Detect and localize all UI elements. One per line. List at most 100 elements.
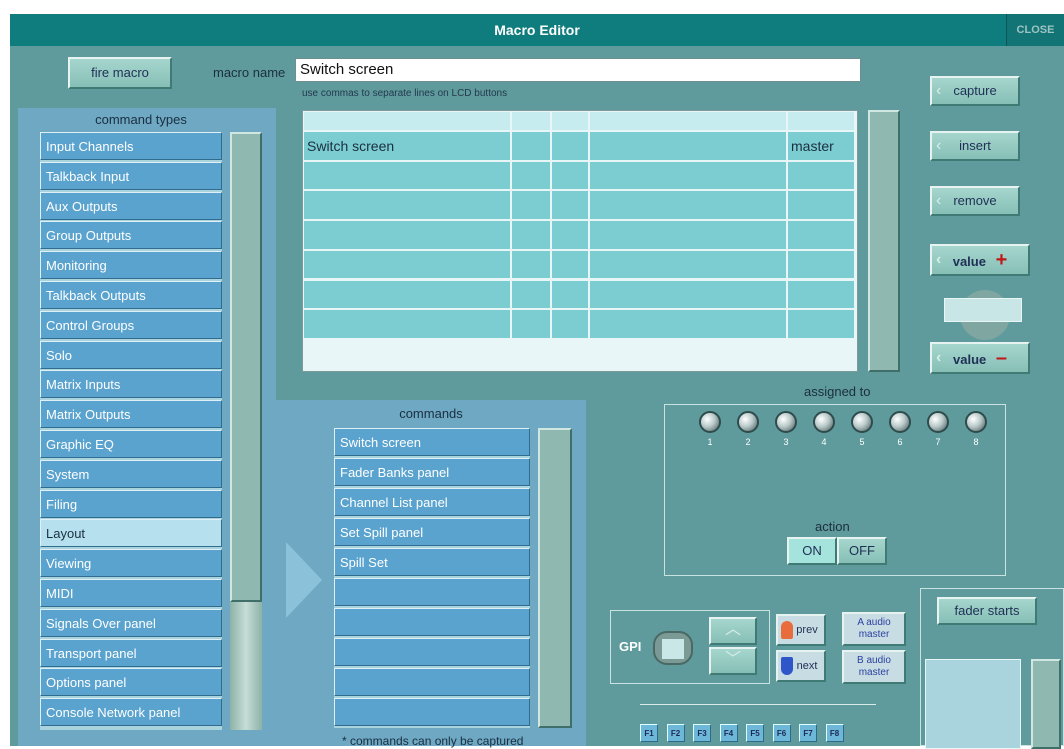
- capture-button[interactable]: ‹ capture: [930, 76, 1020, 106]
- macro-table-cell[interactable]: [511, 249, 551, 280]
- assign-led-button[interactable]: [737, 411, 759, 433]
- macro-table-cell[interactable]: [303, 111, 511, 131]
- macro-table-cell[interactable]: [589, 279, 787, 310]
- command-item[interactable]: [334, 608, 530, 636]
- command-type-item[interactable]: Monitoring: [40, 251, 222, 280]
- assign-led-button[interactable]: [775, 411, 797, 433]
- command-type-item[interactable]: Control Groups: [40, 310, 222, 339]
- assign-led-button[interactable]: [851, 411, 873, 433]
- command-item[interactable]: [334, 668, 530, 696]
- command-type-item[interactable]: Layout: [40, 519, 222, 548]
- value-plus-button[interactable]: ‹ value +: [930, 244, 1030, 276]
- action-on-button[interactable]: ON: [787, 537, 837, 565]
- macro-name-input[interactable]: Switch screen: [295, 58, 861, 82]
- macro-table-cell[interactable]: [551, 249, 589, 280]
- command-type-item[interactable]: Talkback Outputs: [40, 281, 222, 309]
- command-item[interactable]: [334, 698, 530, 726]
- assign-led-button[interactable]: [927, 411, 949, 433]
- command-item[interactable]: [334, 578, 530, 606]
- macro-table-cell[interactable]: [787, 111, 855, 131]
- macro-table-cell[interactable]: [303, 279, 511, 310]
- command-item[interactable]: [334, 638, 530, 666]
- macro-table-cell[interactable]: [787, 160, 855, 191]
- gpi-down-button[interactable]: ﹀: [709, 647, 757, 675]
- macro-table-cell[interactable]: [511, 279, 551, 310]
- macro-table-cell[interactable]: [787, 220, 855, 250]
- macro-table-cell[interactable]: [551, 160, 589, 191]
- fire-macro-button[interactable]: fire macro: [68, 57, 172, 89]
- prev-button[interactable]: prev: [776, 614, 826, 646]
- command-item[interactable]: Spill Set: [334, 548, 530, 576]
- macro-table-cell[interactable]: [589, 190, 787, 221]
- function-key-button[interactable]: F6: [772, 724, 791, 742]
- macro-table-cell[interactable]: [303, 309, 511, 339]
- command-types-scroll-track[interactable]: [230, 602, 262, 730]
- fader-starts-button[interactable]: fader starts: [937, 597, 1037, 625]
- command-item[interactable]: Set Spill panel: [334, 518, 530, 546]
- b-audio-master-button[interactable]: B audio master: [842, 650, 906, 684]
- commands-scrollbar[interactable]: [538, 428, 572, 728]
- a-audio-master-button[interactable]: A audio master: [842, 612, 906, 646]
- macro-table-cell[interactable]: [551, 190, 589, 221]
- command-type-item[interactable]: Graphic EQ: [40, 430, 222, 458]
- macro-table-cell[interactable]: [551, 131, 589, 161]
- function-key-button[interactable]: F7: [799, 724, 817, 742]
- insert-button[interactable]: ‹ insert: [930, 131, 1020, 161]
- command-type-item[interactable]: Matrix Inputs: [40, 370, 222, 399]
- gpi-selector[interactable]: [653, 631, 693, 665]
- macro-table-cell[interactable]: [303, 249, 511, 280]
- macro-table[interactable]: Switch screen master: [302, 110, 858, 372]
- command-type-item[interactable]: Talkback Input: [40, 161, 222, 190]
- function-key-button[interactable]: F2: [666, 724, 685, 742]
- macro-table-cell[interactable]: [589, 220, 787, 250]
- macro-table-cell[interactable]: [589, 111, 787, 131]
- command-item[interactable]: Switch screen: [334, 428, 530, 456]
- macro-table-cell[interactable]: [551, 111, 589, 131]
- macro-table-cell[interactable]: [589, 160, 787, 191]
- macro-table-cell[interactable]: [511, 190, 551, 221]
- macro-table-cell[interactable]: [589, 309, 787, 339]
- assign-led-button[interactable]: [889, 411, 911, 433]
- next-button[interactable]: next: [776, 650, 826, 682]
- macro-table-cell[interactable]: [787, 249, 855, 280]
- macro-table-cell[interactable]: [787, 309, 855, 339]
- macro-table-cell[interactable]: [511, 160, 551, 191]
- function-key-button[interactable]: F1: [640, 724, 658, 742]
- command-type-item[interactable]: Aux Outputs: [40, 191, 222, 220]
- macro-table-cell[interactable]: [551, 220, 589, 250]
- command-item[interactable]: Channel List panel: [334, 488, 530, 516]
- command-type-item[interactable]: Solo: [40, 340, 222, 369]
- command-type-item[interactable]: Input Channels: [40, 132, 222, 160]
- fader-starts-scrollbar[interactable]: [1031, 659, 1061, 749]
- macro-table-cell[interactable]: [303, 220, 511, 250]
- macro-table-cell[interactable]: [589, 131, 787, 161]
- macro-table-cell[interactable]: [787, 279, 855, 310]
- action-off-button[interactable]: OFF: [837, 537, 887, 565]
- command-type-item[interactable]: Options panel: [40, 668, 222, 697]
- command-type-item[interactable]: MIDI: [40, 579, 222, 607]
- assign-led-button[interactable]: [813, 411, 835, 433]
- function-key-button[interactable]: F8: [825, 724, 844, 742]
- macro-table-scrollbar[interactable]: [868, 110, 900, 372]
- function-key-button[interactable]: F3: [693, 724, 711, 742]
- gpi-up-button[interactable]: ︿: [709, 617, 757, 645]
- macro-table-cell[interactable]: Switch screen: [303, 131, 511, 161]
- command-type-item[interactable]: Group Outputs: [40, 221, 222, 250]
- macro-table-cell[interactable]: [511, 220, 551, 250]
- command-type-item[interactable]: Viewing: [40, 549, 222, 578]
- command-item[interactable]: Fader Banks panel: [334, 458, 530, 486]
- macro-table-cell[interactable]: [589, 249, 787, 280]
- macro-table-cell[interactable]: [303, 160, 511, 191]
- macro-table-cell[interactable]: [551, 279, 589, 310]
- assign-led-button[interactable]: [699, 411, 721, 433]
- function-key-button[interactable]: F4: [719, 724, 738, 742]
- remove-button[interactable]: ‹ remove: [930, 186, 1020, 216]
- macro-table-cell[interactable]: [511, 131, 551, 161]
- macro-table-cell[interactable]: [787, 190, 855, 221]
- function-key-button[interactable]: F5: [746, 724, 764, 742]
- command-type-item[interactable]: Filing: [40, 489, 222, 518]
- command-type-item[interactable]: Signals Over panel: [40, 608, 222, 637]
- command-type-item[interactable]: Console Network panel: [40, 698, 222, 727]
- command-type-item[interactable]: Transport panel: [40, 638, 222, 667]
- macro-table-cell[interactable]: [511, 309, 551, 339]
